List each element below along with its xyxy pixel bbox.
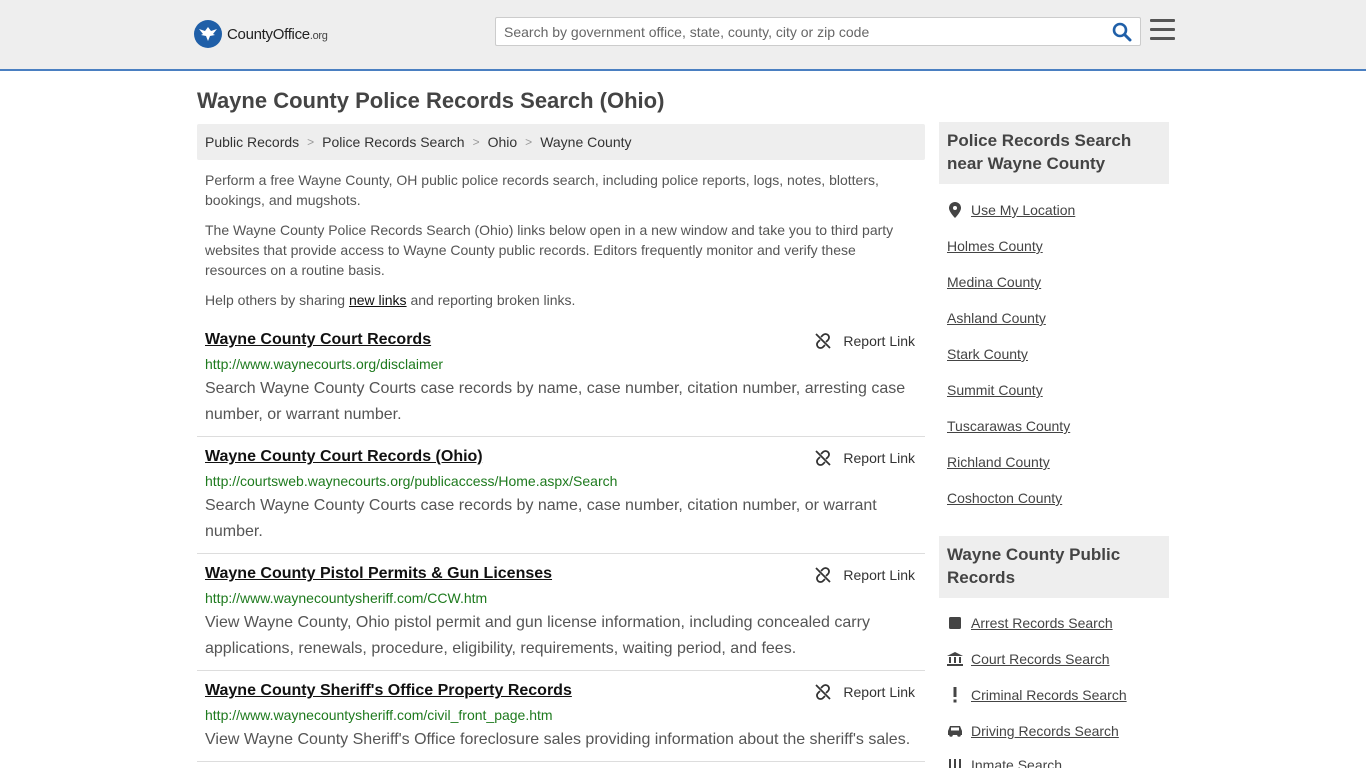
result-title-link[interactable]: Wayne County Pistol Permits & Gun Licens… xyxy=(205,565,552,583)
result-url: http://www.waynecourts.org/disclaimer xyxy=(205,356,444,372)
driving-records-search-link[interactable]: Driving Records Search xyxy=(947,723,1119,739)
result-description: View Wayne County Sheriff's Office forec… xyxy=(205,731,911,748)
report-link-button[interactable]: Report Link xyxy=(815,450,915,466)
search-box xyxy=(495,17,1141,46)
intro-paragraph-1: Perform a free Wayne County, OH public p… xyxy=(205,172,879,208)
search-input[interactable] xyxy=(496,18,1096,45)
result-item: Wayne County Sheriff's Office Property R… xyxy=(197,682,925,762)
nearby-county-link[interactable]: Tuscarawas County xyxy=(947,418,1070,434)
location-pin-icon xyxy=(947,202,963,218)
logo-main-text: CountyOffice xyxy=(227,25,310,43)
report-link-button[interactable]: Report Link xyxy=(815,567,915,583)
search-button[interactable] xyxy=(1112,22,1134,42)
search-icon xyxy=(1112,22,1132,42)
result-description: Search Wayne County Courts case records … xyxy=(205,497,877,540)
nearby-county-link[interactable]: Holmes County xyxy=(947,238,1043,254)
nearby-county-link[interactable]: Ashland County xyxy=(947,310,1046,326)
breadcrumb-separator: > xyxy=(525,135,533,149)
sidebar-nearby-heading: Police Records Search near Wayne County xyxy=(939,122,1169,184)
broken-link-icon xyxy=(815,684,832,700)
breadcrumb-ohio[interactable]: Ohio xyxy=(488,134,518,150)
broken-link-icon xyxy=(815,450,832,466)
intro-paragraph-3: Help others by sharing new links and rep… xyxy=(205,292,576,308)
result-title-link[interactable]: Wayne County Sheriff's Office Property R… xyxy=(205,682,572,700)
use-my-location-link[interactable]: Use My Location xyxy=(947,202,1075,218)
result-item: Wayne County Court Records (Ohio) Report… xyxy=(197,448,925,554)
inmate-search-link[interactable]: Inmate Search xyxy=(947,757,1062,768)
logo-tld-text: .org xyxy=(309,29,328,42)
breadcrumb-public-records[interactable]: Public Records xyxy=(205,134,299,150)
square-icon xyxy=(947,615,963,631)
result-item: Wayne County Court Records Report Link h… xyxy=(197,331,925,437)
court-records-search-link[interactable]: Court Records Search xyxy=(947,651,1110,667)
menu-icon[interactable] xyxy=(1150,19,1175,41)
site-logo[interactable]: CountyOffice.org xyxy=(194,20,328,48)
car-icon xyxy=(947,723,963,739)
result-item: Wayne County Pistol Permits & Gun Licens… xyxy=(197,565,925,671)
breadcrumb-separator: > xyxy=(472,135,480,149)
courthouse-icon xyxy=(947,651,963,667)
nearby-county-link[interactable]: Coshocton County xyxy=(947,490,1062,506)
site-header: CountyOffice.org xyxy=(0,0,1366,71)
result-description: Search Wayne County Courts case records … xyxy=(205,380,906,423)
criminal-records-search-link[interactable]: Criminal Records Search xyxy=(947,687,1127,703)
result-title-link[interactable]: Wayne County Court Records xyxy=(205,331,431,349)
page-title: Wayne County Police Records Search (Ohio… xyxy=(197,88,665,113)
nearby-county-link[interactable]: Richland County xyxy=(947,454,1050,470)
report-link-button[interactable]: Report Link xyxy=(815,333,915,349)
new-links-link[interactable]: new links xyxy=(349,292,407,308)
report-link-button[interactable]: Report Link xyxy=(815,684,915,700)
result-title-link[interactable]: Wayne County Court Records (Ohio) xyxy=(205,448,483,466)
logo-eagle-icon xyxy=(194,20,222,48)
breadcrumb-police-records-search[interactable]: Police Records Search xyxy=(322,134,464,150)
inmate-icon xyxy=(947,757,963,768)
exclamation-icon xyxy=(947,687,963,703)
broken-link-icon xyxy=(815,567,832,583)
result-url: http://www.waynecountysheriff.com/civil_… xyxy=(205,707,553,723)
breadcrumb-separator: > xyxy=(307,135,315,149)
result-url: http://www.waynecountysheriff.com/CCW.ht… xyxy=(205,590,488,606)
breadcrumb: Public Records > Police Records Search >… xyxy=(197,124,925,160)
nearby-county-link[interactable]: Stark County xyxy=(947,346,1028,362)
nearby-county-link[interactable]: Summit County xyxy=(947,382,1043,398)
sidebar-public-records-heading: Wayne County Public Records xyxy=(939,536,1169,598)
breadcrumb-wayne-county[interactable]: Wayne County xyxy=(540,134,631,150)
nearby-county-link[interactable]: Medina County xyxy=(947,274,1041,290)
result-url: http://courtsweb.waynecourts.org/publica… xyxy=(205,473,618,489)
intro-paragraph-2: The Wayne County Police Records Search (… xyxy=(205,222,894,278)
arrest-records-search-link[interactable]: Arrest Records Search xyxy=(947,615,1113,631)
broken-link-icon xyxy=(815,333,832,349)
result-description: View Wayne County, Ohio pistol permit an… xyxy=(205,614,870,657)
